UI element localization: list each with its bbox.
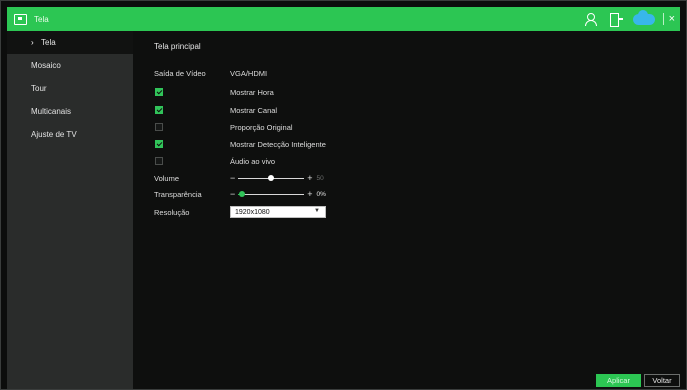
resolution-row: Resolução 1920x1080 ▼ [154,204,326,220]
chevron-right-icon: › [31,38,34,47]
video-output-value: VGA/HDMI [230,68,268,78]
title-bar: Tela × [7,7,680,31]
transparency-slider[interactable] [238,190,305,197]
option-row-live-audio: Áudio ao vivo [154,153,275,169]
show-time-label: Mostrar Hora [230,87,274,97]
sidebar-item-label: Mosaico [31,61,61,70]
original-ratio-checkbox[interactable] [155,123,163,131]
video-output-label: Saída de Vídeo [154,68,206,78]
live-audio-label: Áudio ao vivo [230,156,276,166]
option-row-show-time: Mostrar Hora [154,84,274,100]
window-title: Tela [34,14,49,24]
sidebar-item-mosaico[interactable]: Mosaico [7,54,133,77]
close-icon[interactable]: × [669,13,675,25]
cloud-icon[interactable] [632,9,655,25]
resolution-select[interactable]: 1920x1080 ▼ [230,206,326,218]
sidebar-item-tour[interactable]: Tour [7,77,133,100]
sidebar-item-label: Tela [41,38,56,47]
user-icon[interactable] [584,12,599,26]
sidebar: › Tela Mosaico Tour Multicanais Ajuste d… [7,31,133,389]
volume-slider-handle[interactable] [268,174,275,181]
section-title: Tela principal [154,42,201,51]
volume-slider[interactable] [238,174,305,181]
transparency-row: Transparência − + 0% [154,186,326,202]
sidebar-item-tela[interactable]: › Tela [7,31,133,54]
transparency-value: 0% [316,190,326,198]
sidebar-item-multicanais[interactable]: Multicanais [7,100,133,123]
option-row-show-channel: Mostrar Canal [154,102,277,118]
volume-value: 50 [316,174,324,182]
volume-row: Volume − + 50 [154,170,324,186]
resolution-selected-value: 1920x1080 [235,208,270,216]
option-row-original-ratio: Proporção Original [154,119,293,135]
volume-increase-button[interactable]: + [307,173,312,183]
main-panel: Tela principal Saída de Vídeo VGA/HDMI M… [133,31,680,389]
option-row-smart-detection: Mostrar Detecção Inteligente [154,136,326,152]
volume-decrease-button[interactable]: − [230,173,235,183]
live-audio-checkbox [155,157,163,165]
transparency-slider-handle[interactable] [238,190,245,197]
show-time-checkbox[interactable] [155,88,163,96]
apply-button[interactable]: Aplicar [596,374,641,387]
transparency-increase-button[interactable]: + [307,189,312,199]
back-button[interactable]: Voltar [644,374,680,387]
transparency-decrease-button[interactable]: − [230,189,235,199]
sidebar-item-ajuste-de-tv[interactable]: Ajuste de TV [7,123,133,146]
exit-icon[interactable] [609,12,623,27]
sidebar-item-label: Multicanais [31,107,72,116]
smart-detection-label: Mostrar Detecção Inteligente [230,139,326,149]
title-separator [662,13,664,25]
title-bar-actions: × [575,7,680,31]
show-channel-checkbox[interactable] [155,106,163,114]
video-output-row: Saída de Vídeo VGA/HDMI [154,65,267,81]
smart-detection-checkbox[interactable] [155,140,163,148]
sidebar-item-label: Ajuste de TV [31,130,77,139]
transparency-label: Transparência [154,189,202,199]
chevron-down-icon: ▼ [314,208,320,214]
volume-label: Volume [154,173,180,183]
original-ratio-label: Proporção Original [230,122,293,132]
resolution-label: Resolução [154,207,190,217]
show-channel-label: Mostrar Canal [230,105,278,115]
monitor-icon [14,13,27,25]
sidebar-item-label: Tour [31,84,47,93]
